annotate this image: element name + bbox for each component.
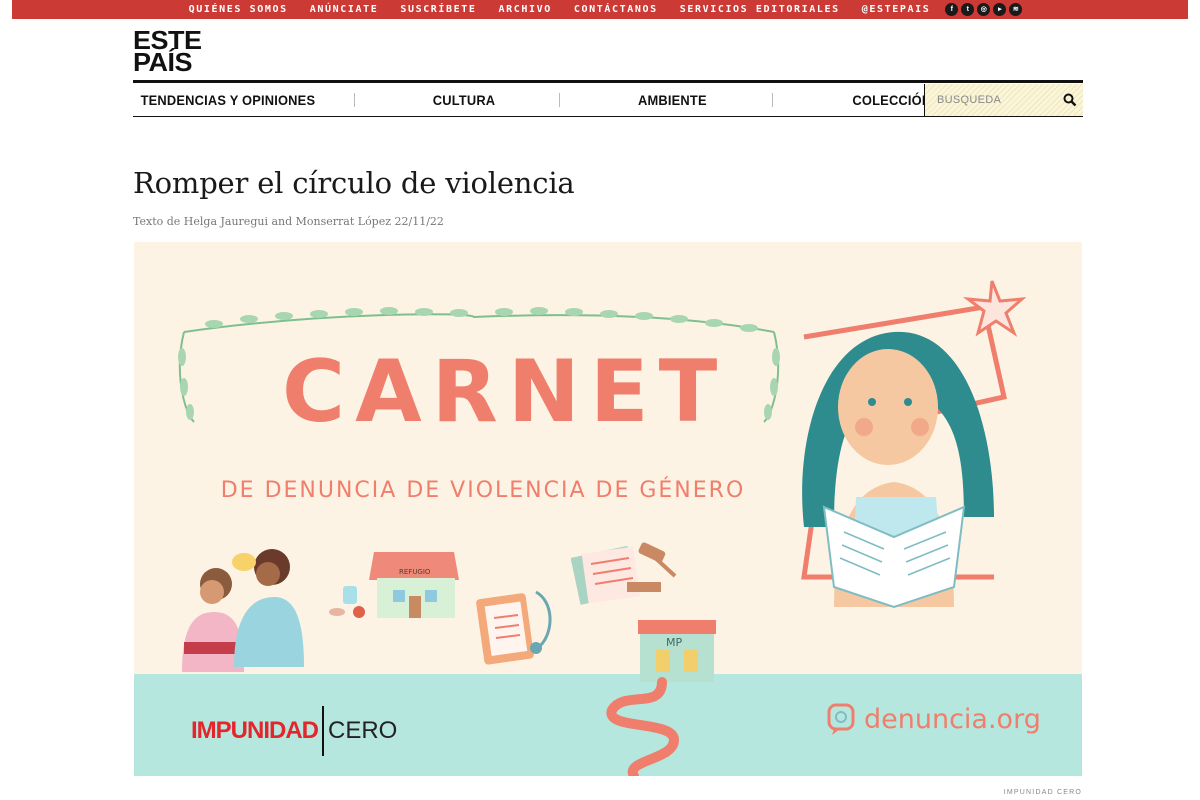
facebook-icon[interactable]: f (945, 3, 959, 16)
link-contactanos[interactable]: CONTÁCTANOS (574, 4, 658, 15)
nav-coleccion[interactable]: COLECCIÓN (852, 92, 931, 108)
reading-woman-illustration (801, 280, 1027, 609)
clipboard-stethoscope-illustration (476, 590, 552, 665)
brand-divider (322, 706, 324, 756)
search-box (924, 84, 1083, 116)
search-input[interactable] (937, 94, 1057, 106)
instagram-icon[interactable]: ◎ (977, 3, 991, 16)
nav-divider (354, 92, 355, 107)
women-talking-illustration (182, 549, 304, 672)
image-caption: IMPUNIDAD CERO (1003, 789, 1082, 796)
building-sign: MP (666, 636, 682, 649)
link-archivo[interactable]: ARCHIVO (499, 4, 552, 15)
article-title: Romper el círculo de violencia (133, 166, 575, 200)
logo-line-2: PAÍS (133, 48, 193, 77)
hero-image: CARNET DE DENUNCIA DE VIOLENCIA DE GÉNER… (134, 242, 1082, 776)
mp-building-illustration: MP (606, 620, 716, 776)
nav-ambiente[interactable]: AMBIENTE (638, 92, 707, 108)
nav-tendencias[interactable]: TENDENCIAS Y OPINIONES (141, 92, 316, 108)
top-bar: QUIÉNES SOMOS ANÚNCIATE SUSCRÍBETE ARCHI… (12, 0, 1188, 19)
refuge-house-illustration: REFUGIO (329, 552, 459, 618)
social-icons: f t ◎ ▸ ≋ (945, 3, 1023, 16)
nav-divider (772, 92, 773, 107)
link-servicios-editoriales[interactable]: SERVICIOS EDITORIALES (680, 4, 840, 15)
denuncia-logo: denuncia.org (826, 702, 1041, 736)
spotify-icon[interactable]: ≋ (1009, 3, 1023, 16)
link-quienes-somos[interactable]: QUIÉNES SOMOS (189, 4, 288, 15)
nav-divider (559, 92, 560, 107)
carnet-subheadline: DE DENUNCIA DE VIOLENCIA DE GÉNERO (220, 478, 746, 503)
twitter-icon[interactable]: t (961, 3, 975, 16)
link-suscribete[interactable]: SUSCRÍBETE (400, 4, 476, 15)
brand-impunidad: IMPUNIDAD (191, 717, 319, 744)
link-anunciate[interactable]: ANÚNCIATE (310, 4, 379, 15)
documents-gavel-illustration (571, 542, 677, 605)
brand-cero: CERO (328, 717, 398, 744)
carnet-headline: CARNET (282, 342, 728, 442)
nav-cultura[interactable]: CULTURA (433, 92, 496, 108)
speech-bubble-icon (827, 703, 855, 735)
site-logo[interactable]: ESTE PAÍS (133, 28, 205, 77)
search-icon[interactable] (1063, 93, 1077, 107)
article-byline: Texto de Helga Jauregui and Monserrat Ló… (133, 215, 444, 228)
youtube-icon[interactable]: ▸ (993, 3, 1007, 16)
brand-denuncia: denuncia.org (864, 703, 1041, 735)
house-sign: REFUGIO (399, 568, 431, 576)
top-links: QUIÉNES SOMOS ANÚNCIATE SUSCRÍBETE ARCHI… (178, 3, 1023, 16)
impunidad-cero-logo: IMPUNIDAD CERO (191, 706, 397, 756)
main-nav: TENDENCIAS Y OPINIONES CULTURA AMBIENTE … (133, 80, 1083, 117)
link-handle[interactable]: @ESTEPAIS (862, 4, 931, 15)
